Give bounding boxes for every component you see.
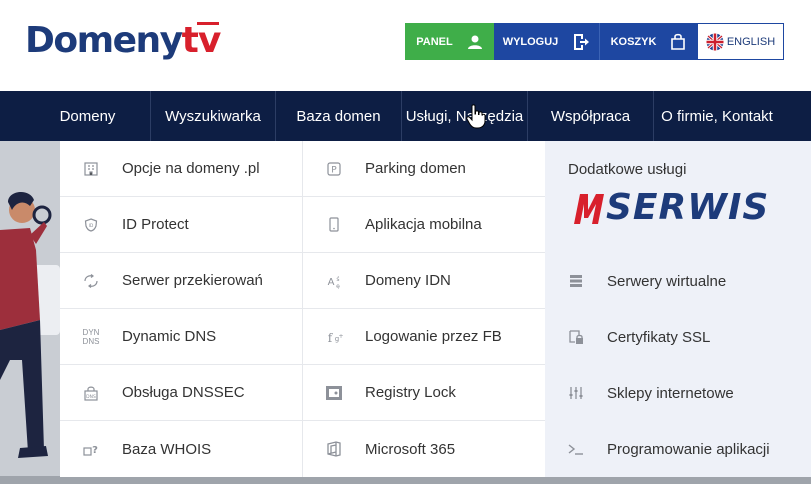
menu-item-baza-whois[interactable]: ? Baza WHOIS (60, 421, 302, 477)
nav-item-baza-domen[interactable]: Baza domen (276, 91, 402, 141)
person-illustration (0, 191, 60, 458)
facebook-login-icon: f g + (303, 330, 365, 344)
menu-item-label: Obsługa DNSSEC (122, 384, 245, 401)
menu-item-dynamic-dns[interactable]: DYN DNS Dynamic DNS (60, 309, 302, 365)
svg-text:+: + (338, 333, 343, 340)
nav-item-domeny[interactable]: Domeny (25, 91, 151, 141)
dyn-dns-icon: DYN DNS (60, 328, 122, 346)
main-nav: Domeny Wyszukiwarka Baza domen Usługi, N… (0, 91, 811, 141)
menu-item-programowanie-aplikacji[interactable]: Programowanie aplikacji (545, 421, 811, 477)
nav-item-wspolpraca[interactable]: Współpraca (528, 91, 654, 141)
menu-item-label: Baza WHOIS (122, 440, 212, 458)
cart-label: KOSZYK (610, 35, 657, 48)
mserwis-brand-text: SERWIS (606, 187, 770, 228)
nav-item-wyszukiwarka[interactable]: Wyszukiwarka (151, 91, 276, 141)
menu-item-label: Sklepy internetowe (607, 384, 734, 402)
menu-item-id-protect[interactable]: ID ID Protect (60, 197, 302, 253)
panel-label: PANEL (416, 35, 453, 48)
language-label: ENGLISH (726, 35, 776, 48)
mserwis-m-mark: M (574, 194, 604, 224)
uk-flag-icon (706, 33, 724, 50)
logo[interactable]: Domeny tv (25, 18, 221, 64)
svg-text:P: P (331, 165, 337, 175)
dropdown-column-1: Opcje na domeny .pl ID ID Protect Serwer… (60, 141, 303, 477)
menu-item-domeny-idn[interactable]: Aśę Domeny IDN (303, 253, 545, 309)
menu-item-label: Microsoft 365 (365, 440, 456, 458)
svg-text:?: ? (92, 445, 98, 456)
cart-icon (671, 33, 686, 50)
logo-text: Domeny (25, 20, 183, 61)
mobile-icon (303, 217, 365, 232)
menu-item-opcje-domeny-pl[interactable]: Opcje na domeny .pl (60, 141, 302, 197)
svg-text:ś: ś (336, 276, 339, 283)
menu-item-logowanie-fb[interactable]: f g + Logowanie przez FB (303, 309, 545, 365)
user-icon (467, 35, 482, 49)
top-toolbar: PANEL WYLOGUJ KOSZYK ENGLISH (405, 23, 784, 60)
parking-icon: P (303, 161, 365, 176)
menu-item-label: Dynamic DNS (122, 328, 217, 345)
panel-button[interactable]: PANEL (405, 23, 494, 60)
menu-item-label: Parking domen (365, 160, 466, 177)
menu-item-label: Opcje na domeny .pl (122, 160, 260, 177)
menu-item-label: Programowanie aplikacji (607, 440, 770, 458)
menu-item-registry-lock[interactable]: Registry Lock (303, 365, 545, 421)
server-icon (545, 274, 607, 288)
svg-text:DNS: DNS (86, 394, 96, 400)
nav-item-o-firmie-kontakt[interactable]: O firmie, Kontakt (654, 91, 780, 141)
dnssec-icon: DNS (60, 385, 122, 401)
menu-item-label: Registry Lock (365, 384, 456, 401)
terminal-icon (545, 443, 607, 455)
menu-item-serwery-wirtualne[interactable]: Serwery wirtualne (545, 253, 811, 309)
redirect-icon (60, 273, 122, 288)
menu-item-sklepy-internetowe[interactable]: Sklepy internetowe (545, 365, 811, 421)
mserwis-logo: M SERWIS (568, 188, 811, 228)
cart-button[interactable]: KOSZYK (600, 23, 697, 60)
menu-item-label: Aplikacja mobilna (365, 216, 482, 233)
language-button[interactable]: ENGLISH (697, 23, 784, 60)
menu-item-label: Serwer przekierowań (122, 272, 263, 289)
idn-icon: Aśę (303, 273, 365, 289)
menu-item-microsoft-365[interactable]: Microsoft 365 (303, 421, 545, 477)
menu-item-dnssec[interactable]: DNS Obsługa DNSSEC (60, 365, 302, 421)
lock-icon (303, 385, 365, 401)
sliders-icon (545, 386, 607, 400)
promo-title: Dodatkowe usługi (568, 161, 687, 178)
whois-icon: ? (60, 442, 122, 456)
ssl-certificate-icon (545, 329, 607, 345)
menu-item-serwer-przekierowan[interactable]: Serwer przekierowań (60, 253, 302, 309)
menu-item-label: Domeny IDN (365, 272, 451, 289)
services-dropdown: Opcje na domeny .pl ID ID Protect Serwer… (60, 141, 811, 477)
svg-text:A: A (328, 277, 335, 288)
dyn-dns-icon-line-2: DNS (82, 336, 100, 346)
hero-bottom-strip (0, 476, 811, 484)
menu-item-parking-domen[interactable]: P Parking domen (303, 141, 545, 197)
mserwis-promo[interactable]: Dodatkowe usługi M SERWIS (545, 141, 811, 253)
site-header: Domeny tv PANEL WYLOGUJ KOSZYK ENGLISH (0, 0, 811, 91)
hand-cursor-icon (466, 104, 486, 129)
office-icon (303, 441, 365, 457)
logout-button[interactable]: WYLOGUJ (494, 23, 600, 60)
menu-item-label: ID Protect (122, 216, 189, 233)
building-icon (60, 161, 122, 176)
svg-text:ę: ę (336, 283, 340, 289)
menu-item-label: Certyfikaty SSL (607, 328, 711, 346)
menu-item-label: Logowanie przez FB (365, 328, 502, 345)
logo-dash (197, 22, 219, 25)
logout-icon (574, 33, 590, 50)
menu-item-label: Serwery wirtualne (607, 272, 727, 290)
nav-padding (0, 91, 25, 141)
svg-text:f: f (328, 331, 334, 344)
dropdown-column-2: P Parking domen Aplikacja mobilna Aśę Do… (303, 141, 545, 477)
menu-item-certyfikaty-ssl[interactable]: Certyfikaty SSL (545, 309, 811, 365)
dropdown-column-3: Dodatkowe usługi M SERWIS Serwery wirtua… (545, 141, 811, 477)
dyn-dns-icon-line-1: DYN (82, 327, 100, 337)
menu-item-aplikacja-mobilna[interactable]: Aplikacja mobilna (303, 197, 545, 253)
svg-text:ID: ID (89, 223, 94, 229)
nav-item-uslugi-narzedzia[interactable]: Usługi, Narzędzia (402, 91, 528, 141)
shield-icon: ID (60, 217, 122, 232)
logout-label: WYLOGUJ (502, 35, 559, 48)
